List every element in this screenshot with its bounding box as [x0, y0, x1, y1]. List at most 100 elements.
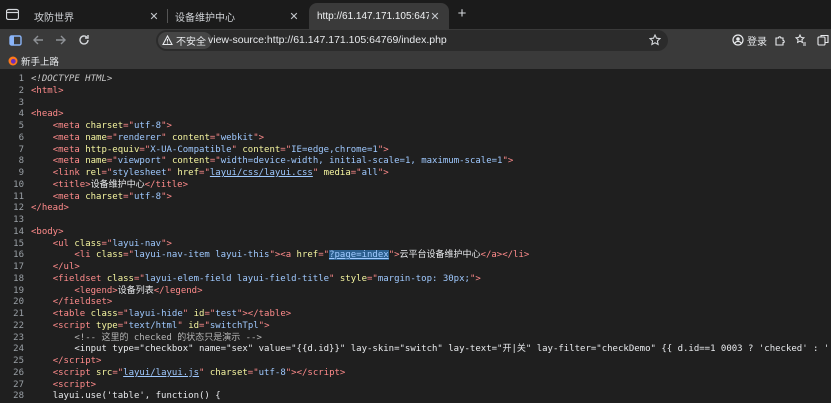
- line-number: 6: [18, 132, 24, 143]
- line-number: 18: [13, 273, 24, 284]
- source-line: 6 <meta name="renderer" content="webkit"…: [0, 133, 831, 145]
- line-number: 27: [13, 379, 24, 390]
- line-number: 4: [18, 109, 24, 120]
- bookmark-label: 新手上路: [21, 57, 60, 68]
- line-number: 15: [13, 238, 24, 249]
- tab-search-icon[interactable]: [5, 7, 19, 20]
- nav-text: 云平台设备维护中心: [399, 250, 481, 261]
- line-number: 8: [18, 156, 24, 167]
- address-bar[interactable]: 不安全 view-source:http://61.147.171.105:64…: [156, 30, 668, 51]
- source-line: 18 <fieldset class="layui-elem-field lay…: [0, 274, 831, 286]
- security-indicator[interactable]: 不安全: [158, 32, 212, 49]
- source-line: 9 <link rel="stylesheet" href="layui/css…: [0, 168, 831, 180]
- line-number: 24: [13, 344, 24, 355]
- sidebar-icon[interactable]: [8, 33, 22, 47]
- source-line: 25 </script>: [0, 356, 831, 368]
- source-line: 16 <li class="layui-nav-item layui-this"…: [0, 250, 831, 262]
- collections-icon[interactable]: [816, 33, 830, 47]
- source-line: 12 </head>: [0, 203, 831, 215]
- js-link[interactable]: layui/layui.js: [123, 368, 199, 378]
- account-icon: [732, 34, 744, 46]
- source-line: 26 <script src="layui/layui.js" charset=…: [0, 368, 831, 380]
- new-tab-plus-icon[interactable]: +: [455, 6, 469, 21]
- close-icon[interactable]: ✕: [288, 10, 300, 23]
- title-text: 设备维护中心: [90, 179, 145, 190]
- tab-title: 攻防世界: [34, 12, 74, 24]
- source-line: 28 layui.use('table', function() {: [0, 391, 831, 403]
- security-label: 不安全: [176, 37, 206, 48]
- source-line: 10 <title>设备维护中心</title>: [0, 180, 831, 192]
- tab-active-source[interactable]: http://61.147.171.105:64769/inde ✕: [309, 3, 449, 29]
- line-number: 2: [18, 85, 24, 96]
- line-number: 23: [13, 332, 24, 343]
- line-number: 25: [13, 356, 24, 366]
- tab-device-center[interactable]: 设备维护中心 ✕: [167, 3, 308, 29]
- line-number: 14: [13, 226, 24, 237]
- forward-arrow-icon[interactable]: [54, 33, 68, 47]
- line-number: 26: [13, 367, 24, 378]
- source-line: 22 <script type="text/html" id="switchTp…: [0, 321, 831, 333]
- line-number: 12: [13, 203, 24, 214]
- line-number: 10: [13, 179, 24, 190]
- source-line: 20 </fieldset>: [0, 297, 831, 309]
- not-secure-icon: [162, 35, 173, 46]
- line-number: 1: [18, 74, 24, 84]
- line-number: 16: [13, 250, 24, 261]
- tab-title: http://61.147.171.105:64769/inde: [317, 10, 429, 22]
- line-number: 9: [18, 168, 24, 178]
- favorites-icon[interactable]: [794, 33, 808, 47]
- source-line: 14 <body>: [0, 227, 831, 239]
- source-view: 1 <!DOCTYPE HTML> 2 <html> 3 4 <head> 5 <me…: [0, 74, 831, 403]
- line-number: 22: [13, 320, 24, 331]
- css-link[interactable]: layui/css/layui.css: [210, 168, 313, 178]
- source-line: 15 <ul class="layui-nav">: [0, 239, 831, 251]
- line-number: 17: [13, 262, 24, 272]
- line-number: 19: [13, 285, 24, 296]
- extensions-puzzle-icon[interactable]: [773, 33, 787, 47]
- script-line: layui.use('table', function() {: [52, 391, 221, 402]
- nav-href-link[interactable]: ?page=index: [329, 250, 389, 261]
- doctype: <!DOCTYPE HTML>: [31, 74, 113, 84]
- line-number: 28: [13, 391, 24, 402]
- close-icon[interactable]: ✕: [148, 10, 160, 23]
- close-icon[interactable]: ✕: [429, 10, 441, 23]
- firefox-logo-icon: [8, 56, 18, 66]
- tab-title: 设备维护中心: [175, 12, 235, 24]
- bookmark-item[interactable]: 新手上路: [8, 54, 59, 68]
- line-number: 7: [18, 144, 24, 155]
- line-number: 5: [18, 121, 24, 131]
- source-line: 3: [0, 98, 831, 110]
- line-number: 13: [13, 215, 24, 225]
- source-line: 4 <head>: [0, 109, 831, 121]
- source-line: 1 <!DOCTYPE HTML>: [0, 74, 831, 86]
- tab-gongfang[interactable]: 攻防世界 ✕: [26, 3, 168, 29]
- tab-strip: 攻防世界 ✕ 设备维护中心 ✕ http://61.147.171.105:64…: [0, 0, 831, 29]
- source-line: 7 <meta http-equiv="X-UA-Compatible" con…: [0, 145, 831, 157]
- back-arrow-icon[interactable]: [31, 33, 45, 47]
- url-text[interactable]: view-source:http://61.147.171.105:64769/…: [208, 34, 447, 46]
- source-line: 2 <html>: [0, 86, 831, 98]
- source-line: 23 <!-- 这里的 checked 的状态只是演示 -->: [0, 333, 831, 345]
- line-number: 11: [13, 191, 24, 202]
- reload-icon[interactable]: [77, 33, 91, 47]
- line-number: 21: [13, 309, 24, 319]
- source-line: 27 <script>: [0, 380, 831, 392]
- checkbox-value: {{d.id}}: [296, 344, 340, 355]
- legend-text: 设备列表: [117, 285, 154, 296]
- source-line: 11 <meta charset="utf-8">: [0, 192, 831, 204]
- line-number: 3: [18, 97, 24, 108]
- profile-button[interactable]: 登录: [732, 32, 767, 48]
- comment-text: <!-- 这里的 checked 的状态只是演示 -->: [74, 332, 262, 343]
- source-line: 21 <table class="layui-hide" id="test"><…: [0, 309, 831, 321]
- source-line: 17 </ul>: [0, 262, 831, 274]
- checkbox-template: {{ d.id==1 0003 ? 'checked' : '' }}: [661, 344, 831, 355]
- bookmarks-bar: 新手上路: [0, 52, 831, 69]
- bookmark-star-icon[interactable]: [648, 33, 662, 47]
- source-line: 5 <meta charset="utf-8">: [0, 121, 831, 133]
- login-label: 登录: [747, 36, 767, 48]
- source-line: 24 <input type="checkbox" name="sex" val…: [0, 344, 831, 356]
- source-line: 13: [0, 215, 831, 227]
- source-line: 19 <legend>设备列表</legend>: [0, 286, 831, 298]
- line-number: 20: [13, 297, 24, 308]
- source-line: 8 <meta name="viewport" content="width=d…: [0, 156, 831, 168]
